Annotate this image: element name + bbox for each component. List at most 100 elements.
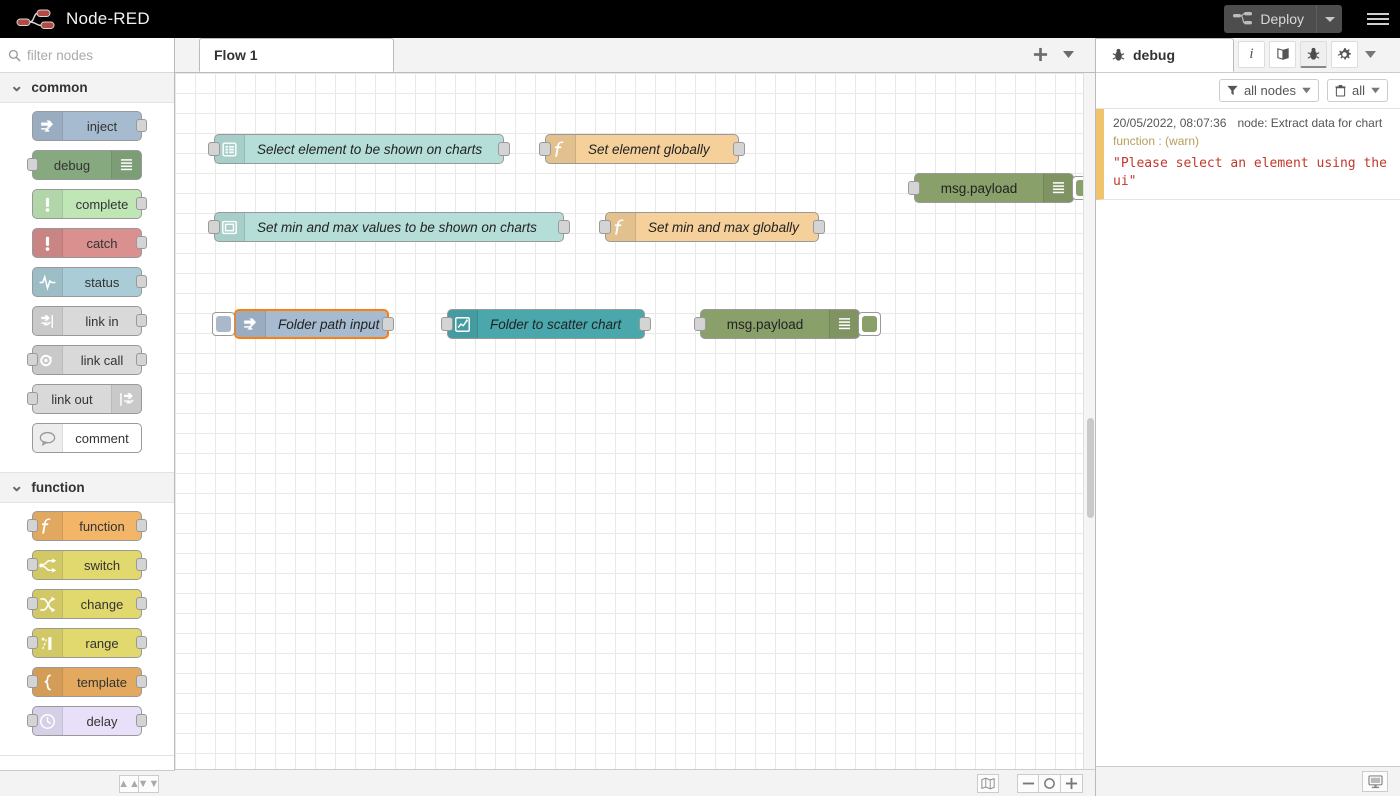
palette-node-output-port[interactable] <box>136 353 147 366</box>
node-input-port[interactable] <box>208 142 220 156</box>
palette-node-output-port[interactable] <box>136 714 147 727</box>
palette-node-input-port[interactable] <box>27 158 38 171</box>
flow-node-label: Select element to be shown on charts <box>245 142 503 157</box>
palette-node-output-port[interactable] <box>136 197 147 210</box>
palette-node-change[interactable]: change <box>32 589 142 619</box>
palette-node-switch[interactable]: switch <box>32 550 142 580</box>
palette-scroll-area[interactable]: ⌄common inject debug complete catch status lin… <box>0 73 174 770</box>
debug-node-toggle-button[interactable] <box>858 312 881 336</box>
navigator-button[interactable] <box>977 774 999 793</box>
zoom-reset-button[interactable] <box>1039 774 1061 793</box>
palette-node-output-port[interactable] <box>136 119 147 132</box>
palette-node-catch[interactable]: catch <box>32 228 142 258</box>
palette-node-output-port[interactable] <box>136 558 147 571</box>
flow-menu-button[interactable] <box>1055 42 1081 66</box>
node-input-port[interactable] <box>908 181 920 195</box>
palette-node-inject[interactable]: inject <box>32 111 142 141</box>
flow-node-n8[interactable]: msg.payload <box>700 309 860 339</box>
node-output-port[interactable] <box>558 220 570 234</box>
chevron-down-icon <box>1365 50 1376 59</box>
node-output-port[interactable] <box>498 142 510 156</box>
palette-node-function[interactable]: function <box>32 511 142 541</box>
tab-debug[interactable]: debug <box>1096 38 1234 72</box>
palette-node-status[interactable]: status <box>32 267 142 297</box>
node-input-port[interactable] <box>599 220 611 234</box>
node-output-port[interactable] <box>382 317 394 331</box>
deploy-button[interactable]: Deploy <box>1224 5 1316 33</box>
node-input-port[interactable] <box>694 317 706 331</box>
flow-canvas[interactable]: Select element to be shown on charts Set … <box>175 73 1095 769</box>
palette-node-link-in[interactable]: link in <box>32 306 142 336</box>
flow-node-n4[interactable]: Set min and max globally <box>605 212 819 242</box>
deploy-dropdown-button[interactable] <box>1316 5 1342 33</box>
debug-source-node[interactable]: node: Extract data for chart <box>1237 116 1382 130</box>
brace-icon <box>38 673 57 692</box>
tab-flow-1[interactable]: Flow 1 <box>199 38 394 72</box>
node-input-port[interactable] <box>208 220 220 234</box>
palette-node-input-port[interactable] <box>27 558 38 571</box>
palette-node-input-port[interactable] <box>27 636 38 649</box>
node-filter-button[interactable]: all nodes <box>1219 79 1319 102</box>
inject-arrow-icon-wrap <box>33 112 63 140</box>
palette-node-input-port[interactable] <box>27 597 38 610</box>
palette-node-input-port[interactable] <box>27 714 38 727</box>
collapse-all-button[interactable]: ▲▲ <box>119 775 139 793</box>
palette-node-template[interactable]: template <box>32 667 142 697</box>
node-input-port[interactable] <box>539 142 551 156</box>
palette-node-debug[interactable]: debug <box>32 150 142 180</box>
node-output-port[interactable] <box>733 142 745 156</box>
palette-node-comment[interactable]: comment <box>32 423 142 453</box>
debug-message-list[interactable]: 20/05/2022, 08:07:36node: Extract data f… <box>1096 109 1400 766</box>
palette-node-output-port[interactable] <box>136 597 147 610</box>
palette-category-common[interactable]: ⌄common <box>0 73 174 103</box>
canvas-vertical-scrollbar[interactable] <box>1083 73 1095 769</box>
scrollbar-thumb[interactable] <box>1087 418 1094 518</box>
node-output-port[interactable] <box>639 317 651 331</box>
zoom-in-button[interactable] <box>1061 774 1083 793</box>
info-icon[interactable]: i <box>1238 41 1265 68</box>
palette-node-output-port[interactable] <box>136 675 147 688</box>
palette-node-range[interactable]: range <box>32 628 142 658</box>
add-flow-button[interactable] <box>1027 42 1053 66</box>
help-book-icon[interactable] <box>1269 41 1296 68</box>
flow-node-n5[interactable]: msg.payload <box>914 173 1074 203</box>
palette-node-output-port[interactable] <box>136 636 147 649</box>
palette-node-output-port[interactable] <box>136 519 147 532</box>
palette-search-box[interactable] <box>0 38 174 73</box>
pulse-icon-wrap <box>33 268 63 296</box>
main-menu-button[interactable] <box>1356 0 1400 38</box>
settings-gear-icon[interactable] <box>1331 41 1358 68</box>
zoom-out-button[interactable] <box>1017 774 1039 793</box>
debug-message[interactable]: 20/05/2022, 08:07:36node: Extract data f… <box>1096 109 1400 200</box>
palette-node-input-port[interactable] <box>27 519 38 532</box>
palette-node-link-out[interactable]: link out <box>32 384 142 414</box>
palette-category-body-function: function switch change range template delay <box>0 503 174 756</box>
flow-node-n6[interactable]: Folder path input <box>234 309 389 339</box>
palette-node-link-call[interactable]: link call <box>32 345 142 375</box>
palette-node-output-port[interactable] <box>136 314 147 327</box>
link-out-icon-wrap <box>111 385 141 413</box>
palette-node-input-port[interactable] <box>27 392 38 405</box>
palette-node-delay[interactable]: delay <box>32 706 142 736</box>
flow-node-n1[interactable]: Select element to be shown on charts <box>214 134 504 164</box>
debug-bug-icon[interactable] <box>1300 41 1327 68</box>
flow-node-n7[interactable]: Folder to scatter chart <box>447 309 645 339</box>
funnel-icon <box>1227 85 1238 96</box>
flow-node-n2[interactable]: Set element globally <box>545 134 739 164</box>
palette-node-input-port[interactable] <box>27 675 38 688</box>
flow-node-n3[interactable]: Set min and max values to be shown on ch… <box>214 212 564 242</box>
palette-node-input-port[interactable] <box>27 353 38 366</box>
sidebar-more-button[interactable] <box>1358 50 1382 59</box>
search-input[interactable] <box>27 48 157 63</box>
node-output-port[interactable] <box>813 220 825 234</box>
palette-category-function[interactable]: ⌄function <box>0 473 174 503</box>
flow-canvas-container[interactable]: Select element to be shown on charts Set … <box>175 73 1095 769</box>
node-input-port[interactable] <box>441 317 453 331</box>
palette-node-complete[interactable]: complete <box>32 189 142 219</box>
open-dashboard-button[interactable] <box>1362 771 1388 792</box>
inject-trigger-button[interactable] <box>212 312 235 336</box>
palette-node-output-port[interactable] <box>136 275 147 288</box>
expand-all-button[interactable]: ▼▼ <box>139 775 159 793</box>
palette-node-output-port[interactable] <box>136 236 147 249</box>
clear-messages-button[interactable]: all <box>1327 79 1388 102</box>
